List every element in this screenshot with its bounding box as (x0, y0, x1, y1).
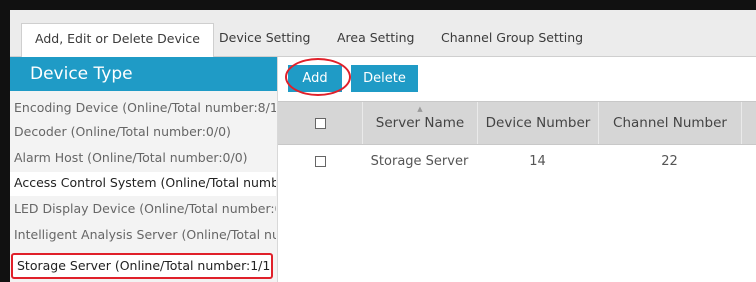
sidebar-title: Device Type (10, 57, 277, 91)
sidebar-item-alarm-host[interactable]: Alarm Host (Online/Total number:0/0) (10, 147, 276, 171)
row-select-cell (278, 145, 362, 179)
device-list-panel: Add Delete ▲ Server Name Device Number C… (278, 57, 756, 282)
sidebar-item-access-control-system[interactable]: Access Control System (Online/Total numb… (10, 172, 276, 196)
window-frame-top (0, 0, 756, 10)
select-all-checkbox[interactable] (314, 117, 326, 129)
table-row[interactable]: Storage Server 14 22 (278, 145, 756, 179)
tab-channel-group-setting[interactable]: Channel Group Setting (441, 23, 583, 57)
cell-server-name: Storage Server (370, 154, 469, 169)
tab-area-setting[interactable]: Area Setting (337, 23, 415, 57)
sidebar-item-intelligent-analysis-server[interactable]: Intelligent Analysis Server (Online/Tota… (10, 224, 276, 248)
add-button[interactable]: Add (288, 65, 342, 92)
sidebar-item-encoding-device[interactable]: Encoding Device (Online/Total number:8/1… (10, 97, 276, 121)
column-header-extra (741, 102, 756, 144)
cell-device-number: 14 (529, 154, 546, 169)
tab-bar: Add, Edit or Delete Device Device Settin… (10, 10, 756, 58)
window-frame-left (0, 0, 10, 282)
column-header-device-number[interactable]: Device Number (477, 102, 598, 144)
device-type-sidebar: Device Type Encoding Device (Online/Tota… (10, 57, 278, 282)
column-header-server-name[interactable]: ▲ Server Name (362, 102, 477, 144)
sort-ascending-icon: ▲ (417, 105, 423, 113)
select-all-cell (278, 102, 362, 144)
delete-button[interactable]: Delete (351, 65, 418, 92)
column-label-server-name: Server Name (375, 115, 465, 131)
cell-channel-number: 22 (661, 154, 678, 169)
tab-add-edit-delete-device[interactable]: Add, Edit or Delete Device (21, 23, 214, 58)
sidebar-item-decoder[interactable]: Decoder (Online/Total number:0/0) (10, 121, 276, 145)
toolbar: Add Delete (278, 57, 756, 101)
sidebar-item-storage-server[interactable]: Storage Server (Online/Total number:1/1) (11, 253, 273, 279)
tab-device-setting[interactable]: Device Setting (219, 23, 310, 57)
table-header: ▲ Server Name Device Number Channel Numb… (278, 101, 756, 145)
column-header-channel-number[interactable]: Channel Number (598, 102, 741, 144)
sidebar-item-led-display-device[interactable]: LED Display Device (Online/Total number:… (10, 198, 276, 222)
row-checkbox[interactable] (314, 156, 326, 167)
